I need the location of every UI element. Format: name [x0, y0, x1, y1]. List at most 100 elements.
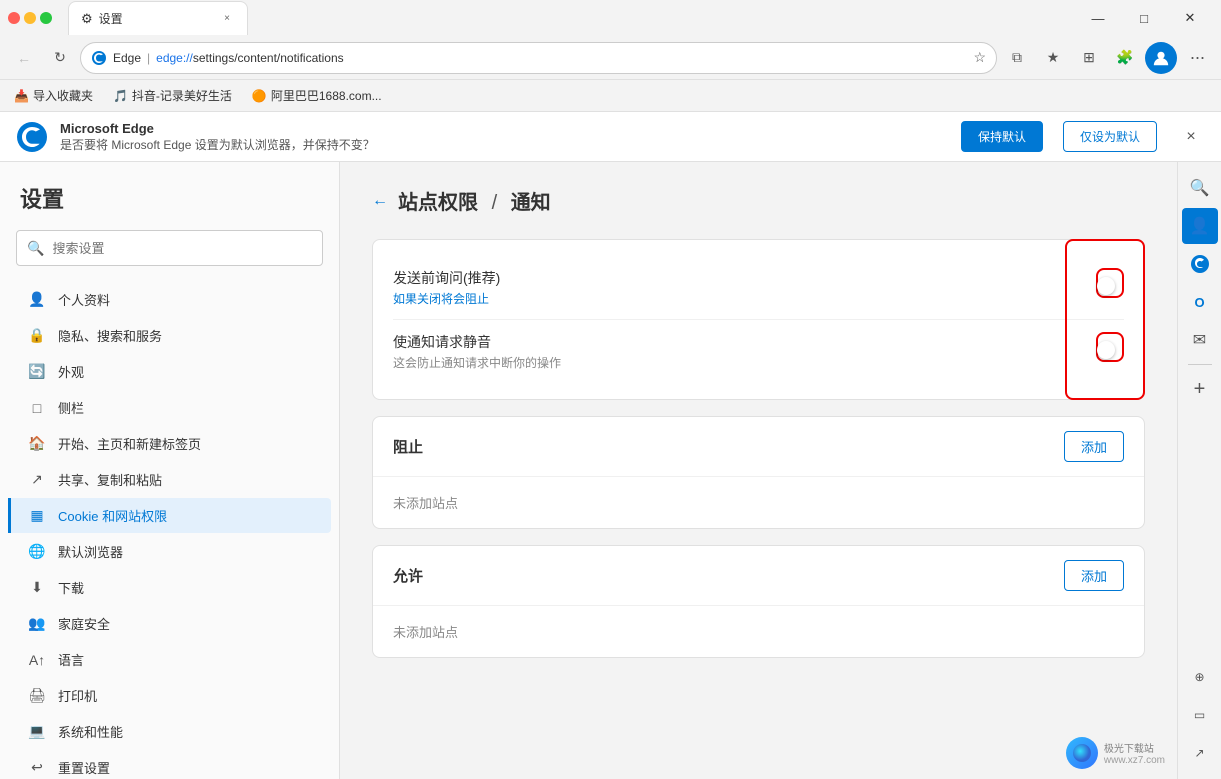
import-icon: 📥 [14, 89, 29, 103]
rt-tablet-btn[interactable]: ▭ [1182, 697, 1218, 733]
sidebar-item-cookies[interactable]: ▦ Cookie 和网站权限 [8, 498, 331, 533]
window-controls [8, 12, 52, 24]
bookmark-tiktok[interactable]: 🎵 抖音-记录美好生活 [107, 85, 238, 106]
sidebar-nav-icon: □ [28, 399, 46, 417]
block-add-btn[interactable]: 添加 [1064, 431, 1124, 462]
right-toolbar: 🔍 👤 O ✉ + ⊕ ▭ ↗ [1177, 162, 1221, 779]
sidebar-item-privacy[interactable]: 🔒 隐私、搜索和服务 [8, 318, 331, 353]
setting-row-ask: 发送前询问(推荐) 如果关闭将会阻止 [393, 256, 1124, 319]
allow-section-title: 允许 [393, 565, 1064, 586]
more-btn[interactable]: ··· [1181, 42, 1213, 74]
sidebar-item-startup[interactable]: 🏠 开始、主页和新建标签页 [8, 426, 331, 461]
tab-close-btn[interactable]: × [219, 11, 235, 27]
sidebar-title: 设置 [0, 182, 339, 230]
favorites-btn[interactable]: ★ [1037, 42, 1069, 74]
sidebar-item-sidebar[interactable]: □ 侧栏 [8, 390, 331, 425]
startup-nav-icon: 🏠 [28, 435, 46, 453]
close-window-btn[interactable] [8, 12, 20, 24]
rt-outlook-btn[interactable]: O [1182, 284, 1218, 320]
system-nav-icon: 💻 [28, 723, 46, 741]
address-bar[interactable]: Edge | edge://settings/content/notificat… [80, 42, 997, 74]
sidebar-item-reset[interactable]: ↩ 重置设置 [8, 750, 331, 779]
address-separator: | [147, 51, 150, 65]
search-icon: 🔍 [27, 240, 44, 257]
collections-btn[interactable]: ⊞ [1073, 42, 1105, 74]
toggle-settings-section: 发送前询问(推荐) 如果关闭将会阻止 使通知请求静音 这会防止通知请求中断 [372, 239, 1145, 400]
banner-close-btn[interactable]: × [1177, 123, 1205, 151]
sidebar-item-download[interactable]: ⬇ 下载 [8, 570, 331, 605]
restore-btn[interactable]: □ [1121, 0, 1167, 36]
settings-card-toggles: 发送前询问(推荐) 如果关闭将会阻止 使通知请求静音 这会防止通知请求中断 [372, 239, 1145, 400]
search-box[interactable]: 🔍 [16, 230, 323, 266]
rt-profile-btn[interactable]: 👤 [1182, 208, 1218, 244]
sidebar-item-family[interactable]: 👥 家庭安全 [8, 606, 331, 641]
extensions-btn[interactable]: 🧩 [1109, 42, 1141, 74]
sidebar-label-privacy: 隐私、搜索和服务 [58, 326, 162, 345]
maximize-window-btn[interactable] [40, 12, 52, 24]
back-btn[interactable]: ← [8, 42, 40, 74]
download-nav-icon: ⬇ [28, 579, 46, 597]
refresh-btn[interactable]: ↻ [44, 42, 76, 74]
rt-lens-btn[interactable]: ⊕ [1182, 659, 1218, 695]
tab-title: 设置 [99, 10, 123, 27]
titlebar: ⚙ 设置 × — □ ✕ [0, 0, 1221, 36]
edge-logo-icon [91, 50, 107, 66]
sidebar-item-language[interactable]: A↑ 语言 [8, 642, 331, 677]
bookmark-alibaba[interactable]: 🟠 阿里巴巴1688.com... [246, 85, 388, 106]
privacy-nav-icon: 🔒 [28, 327, 46, 345]
sidebar-label-cookies: Cookie 和网站权限 [58, 506, 167, 525]
ask-before-desc: 如果关闭将会阻止 [393, 290, 1096, 307]
sidebar-item-profile[interactable]: 👤 个人资料 [8, 282, 331, 317]
page-title: 站点权限 / 通知 [398, 186, 551, 215]
banner-title: Microsoft Edge [60, 121, 375, 136]
watermark-site-name: 极光下载站 [1104, 740, 1165, 755]
sidebar-item-share[interactable]: ↗ 共享、复制和粘贴 [8, 462, 331, 497]
new-tab-btn[interactable] [252, 4, 280, 32]
quiet-notifications-desc: 这会防止通知请求中断你的操作 [393, 354, 1096, 371]
sidebar-label-sidebar: 侧栏 [58, 398, 84, 417]
close-btn[interactable]: ✕ [1167, 0, 1213, 36]
set-default-btn[interactable]: 仅设为默认 [1063, 121, 1157, 152]
sidebar-item-appearance[interactable]: 🔄 外观 [8, 354, 331, 389]
page-back-btn[interactable]: ← [372, 192, 388, 210]
bookmarks-bar: 📥 导入收藏夹 🎵 抖音-记录美好生活 🟠 阿里巴巴1688.com... [0, 80, 1221, 112]
profile-nav-icon: 👤 [28, 291, 46, 309]
split-screen-btn[interactable]: ⧉ [1001, 42, 1033, 74]
minimize-window-btn[interactable] [24, 12, 36, 24]
sidebar-label-share: 共享、复制和粘贴 [58, 470, 162, 489]
profile-icon [1152, 49, 1170, 67]
star-icon[interactable]: ☆ [973, 49, 986, 66]
keep-default-btn[interactable]: 保持默认 [961, 121, 1043, 152]
titlebar-left: ⚙ 设置 × [8, 0, 280, 36]
watermark-logo [1066, 737, 1098, 769]
sidebar-item-printer[interactable]: 🖨 打印机 [8, 678, 331, 713]
rt-add-btn[interactable]: + [1182, 371, 1218, 407]
rt-search-btn[interactable]: 🔍 [1182, 170, 1218, 206]
address-url: edge://settings/content/notifications [156, 51, 343, 65]
banner-edge-logo [16, 121, 48, 153]
quiet-notifications-toggle-highlight [1096, 332, 1124, 362]
sidebar-label-appearance: 外观 [58, 362, 84, 381]
sidebar-label-startup: 开始、主页和新建标签页 [58, 434, 201, 453]
sidebar-label-system: 系统和性能 [58, 722, 123, 741]
ask-before-toggle-highlight [1096, 268, 1124, 298]
sidebar-item-browser[interactable]: 🌐 默认浏览器 [8, 534, 331, 569]
breadcrumb-current: 通知 [511, 192, 551, 214]
block-section-title: 阻止 [393, 436, 1064, 457]
rt-divider [1188, 364, 1212, 365]
breadcrumb-parent: 站点权限 [398, 192, 478, 214]
navbar: ← ↻ Edge | edge://settings/content/notif… [0, 36, 1221, 80]
allow-add-btn[interactable]: 添加 [1064, 560, 1124, 591]
reset-nav-icon: ↩ [28, 759, 46, 777]
rt-edge-btn[interactable] [1182, 246, 1218, 282]
rt-share-btn[interactable]: ↗ [1182, 735, 1218, 771]
settings-tab[interactable]: ⚙ 设置 × [68, 1, 248, 35]
bookmark-import[interactable]: 📥 导入收藏夹 [8, 85, 99, 106]
sidebar-item-system[interactable]: 💻 系统和性能 [8, 714, 331, 749]
minimize-btn[interactable]: — [1075, 0, 1121, 36]
sidebar-label-reset: 重置设置 [58, 758, 110, 777]
rt-message-btn[interactable]: ✉ [1182, 322, 1218, 358]
search-input[interactable] [52, 241, 312, 256]
content-area: ← 站点权限 / 通知 发送前询问(推荐) 如果关闭将会阻止 [340, 162, 1177, 779]
profile-btn[interactable] [1145, 42, 1177, 74]
